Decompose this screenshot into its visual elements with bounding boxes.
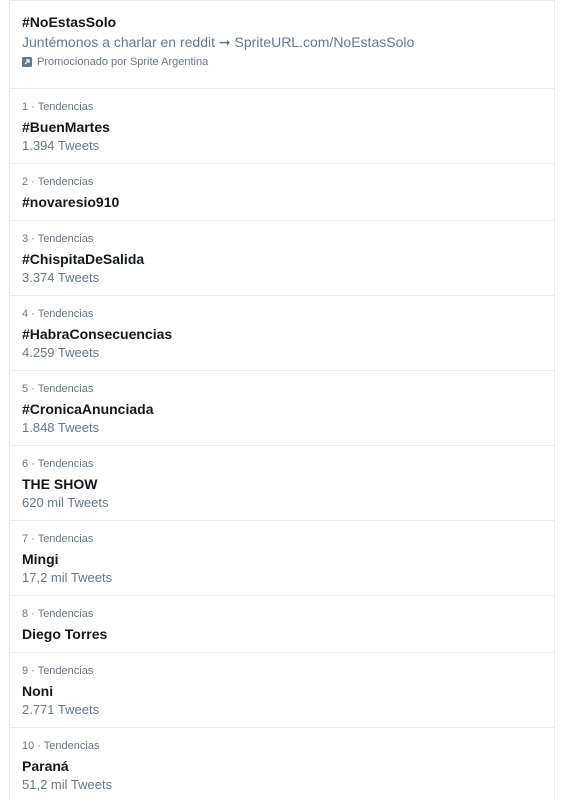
trend-meta: 7 · Tendencias xyxy=(22,533,94,545)
promoted-icon xyxy=(22,57,32,67)
trend-tweet-count: 17,2 mil Tweets xyxy=(22,570,113,585)
trend-tweet-count: 3.374 Tweets xyxy=(22,270,100,285)
trend-item[interactable]: 8 · Tendencias Diego Torres xyxy=(10,596,554,653)
trend-meta: 8 · Tendencias xyxy=(22,608,94,620)
trend-name[interactable]: #novaresio910 xyxy=(22,193,554,211)
trend-meta: 1 · Tendencias xyxy=(22,101,94,113)
trend-tweet-count: 620 mil Tweets xyxy=(22,495,109,510)
trend-item[interactable]: 5 · Tendencias #CronicaAnunciada 1.848 Twe… xyxy=(10,371,554,446)
trend-item[interactable]: 4 · Tendencias #HabraConsecuencias 4.259 T… xyxy=(10,296,554,371)
trend-meta: 5 · Tendencias xyxy=(22,383,94,395)
trend-meta: 4 · Tendencias xyxy=(22,308,94,320)
trend-item[interactable]: 2 · Tendencias #novaresio910 xyxy=(10,164,554,221)
trend-name[interactable]: #BuenMartes xyxy=(22,118,554,136)
trend-item[interactable]: 3 · Tendencias #ChispitaDeSalida 3.374 Twe… xyxy=(10,221,554,296)
trend-meta: 9 · Tendencias xyxy=(22,665,94,677)
trend-tweet-count: 4.259 Tweets xyxy=(22,345,100,360)
trend-item[interactable]: 1 · Tendencias #BuenMartes 1.394 Tweets xyxy=(10,89,554,164)
trend-name[interactable]: Mingi xyxy=(22,550,554,568)
promoted-description: Juntémonos a charlar en reddit ➞ SpriteU… xyxy=(22,34,415,50)
trend-tweet-count: 51,2 mil Tweets xyxy=(22,777,113,792)
promoted-trend[interactable]: #NoEstasSolo Juntémonos a charlar en red… xyxy=(10,0,554,89)
trend-item[interactable]: 7 · Tendencias Mingi 17,2 mil Tweets xyxy=(10,521,554,596)
trend-item[interactable]: 9 · Tendencias Noni 2.771 Tweets xyxy=(10,653,554,728)
trend-name[interactable]: Paraná xyxy=(22,757,554,775)
trend-tweet-count: 2.771 Tweets xyxy=(22,702,100,717)
trend-name[interactable]: #HabraConsecuencias xyxy=(22,325,554,343)
trend-meta: 2 · Tendencias xyxy=(22,176,94,188)
trend-name[interactable]: #ChispitaDeSalida xyxy=(22,250,554,268)
trend-name[interactable]: Noni xyxy=(22,682,554,700)
trend-item[interactable]: 6 · Tendencias THE SHOW 620 mil Tweets xyxy=(10,446,554,521)
trends-panel: #NoEstasSolo Juntémonos a charlar en red… xyxy=(9,0,555,800)
trend-meta: 6 · Tendencias xyxy=(22,458,94,470)
promoted-hashtag[interactable]: #NoEstasSolo xyxy=(22,13,554,31)
trend-item[interactable]: 10 · Tendencias Paraná 51,2 mil Tweets xyxy=(10,728,554,800)
trend-name[interactable]: THE SHOW xyxy=(22,475,554,493)
promoted-by: Promocionado por Sprite Argentina xyxy=(22,56,554,68)
trend-tweet-count: 1.394 Tweets xyxy=(22,138,100,153)
trend-meta: 10 · Tendencias xyxy=(22,740,100,752)
trend-name[interactable]: Diego Torres xyxy=(22,625,554,643)
trend-tweet-count: 1.848 Tweets xyxy=(22,420,100,435)
trend-meta: 3 · Tendencias xyxy=(22,233,94,245)
promoted-by-label: Promocionado por Sprite Argentina xyxy=(37,56,209,68)
trend-name[interactable]: #CronicaAnunciada xyxy=(22,400,554,418)
trend-list: 1 · Tendencias #BuenMartes 1.394 Tweets 2 ·… xyxy=(10,89,554,800)
